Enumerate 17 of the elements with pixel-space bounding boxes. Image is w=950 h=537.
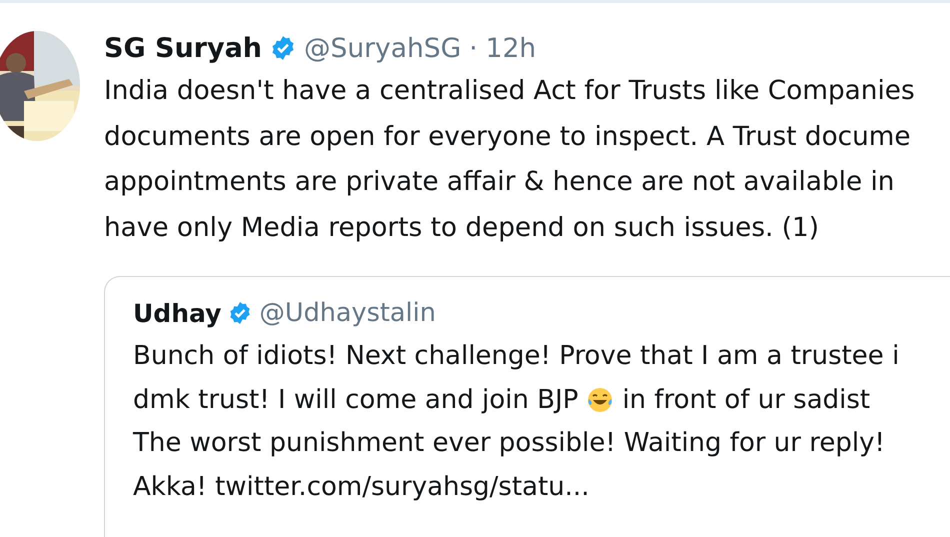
quoted-text-line: Bunch of idiots! Next challenge! Prove that I am a trustee i — [133, 340, 900, 373]
tweet-text-line: documents are open for everyone to inspect. A Trust docume — [104, 120, 911, 154]
quoted-author-handle: @Udhaystalin — [259, 298, 436, 328]
quoted-text-line: in front of ur sadist — [622, 384, 870, 416]
quoted-text-line: dmk trust! I will come and join BJP — [133, 384, 578, 416]
tweet-time[interactable]: 12h — [486, 32, 536, 64]
laughing-tears-icon — [586, 386, 614, 414]
quoted-tweet-card[interactable] — [104, 276, 950, 537]
separator-dot: · — [469, 32, 478, 64]
tweet-text-line: appointments are private affair & hence are not available in — [104, 166, 894, 199]
quoted-author-name: Udhay — [133, 298, 222, 328]
tweet-text-line: have only Media reports to depend on such issues. (1) — [104, 212, 819, 244]
author-name[interactable]: SG Suryah — [104, 32, 262, 64]
quoted-text-line: Akka! twitter.com/suryahsg/statu... — [133, 470, 590, 504]
author-handle[interactable]: @SuryahSG — [304, 32, 462, 64]
tweet-text-line: India doesn't have a centralised Act for Trusts like Companies — [104, 75, 915, 108]
quoted-text-line: The worst punishment ever possible! Waiting for ur reply! — [133, 427, 885, 460]
